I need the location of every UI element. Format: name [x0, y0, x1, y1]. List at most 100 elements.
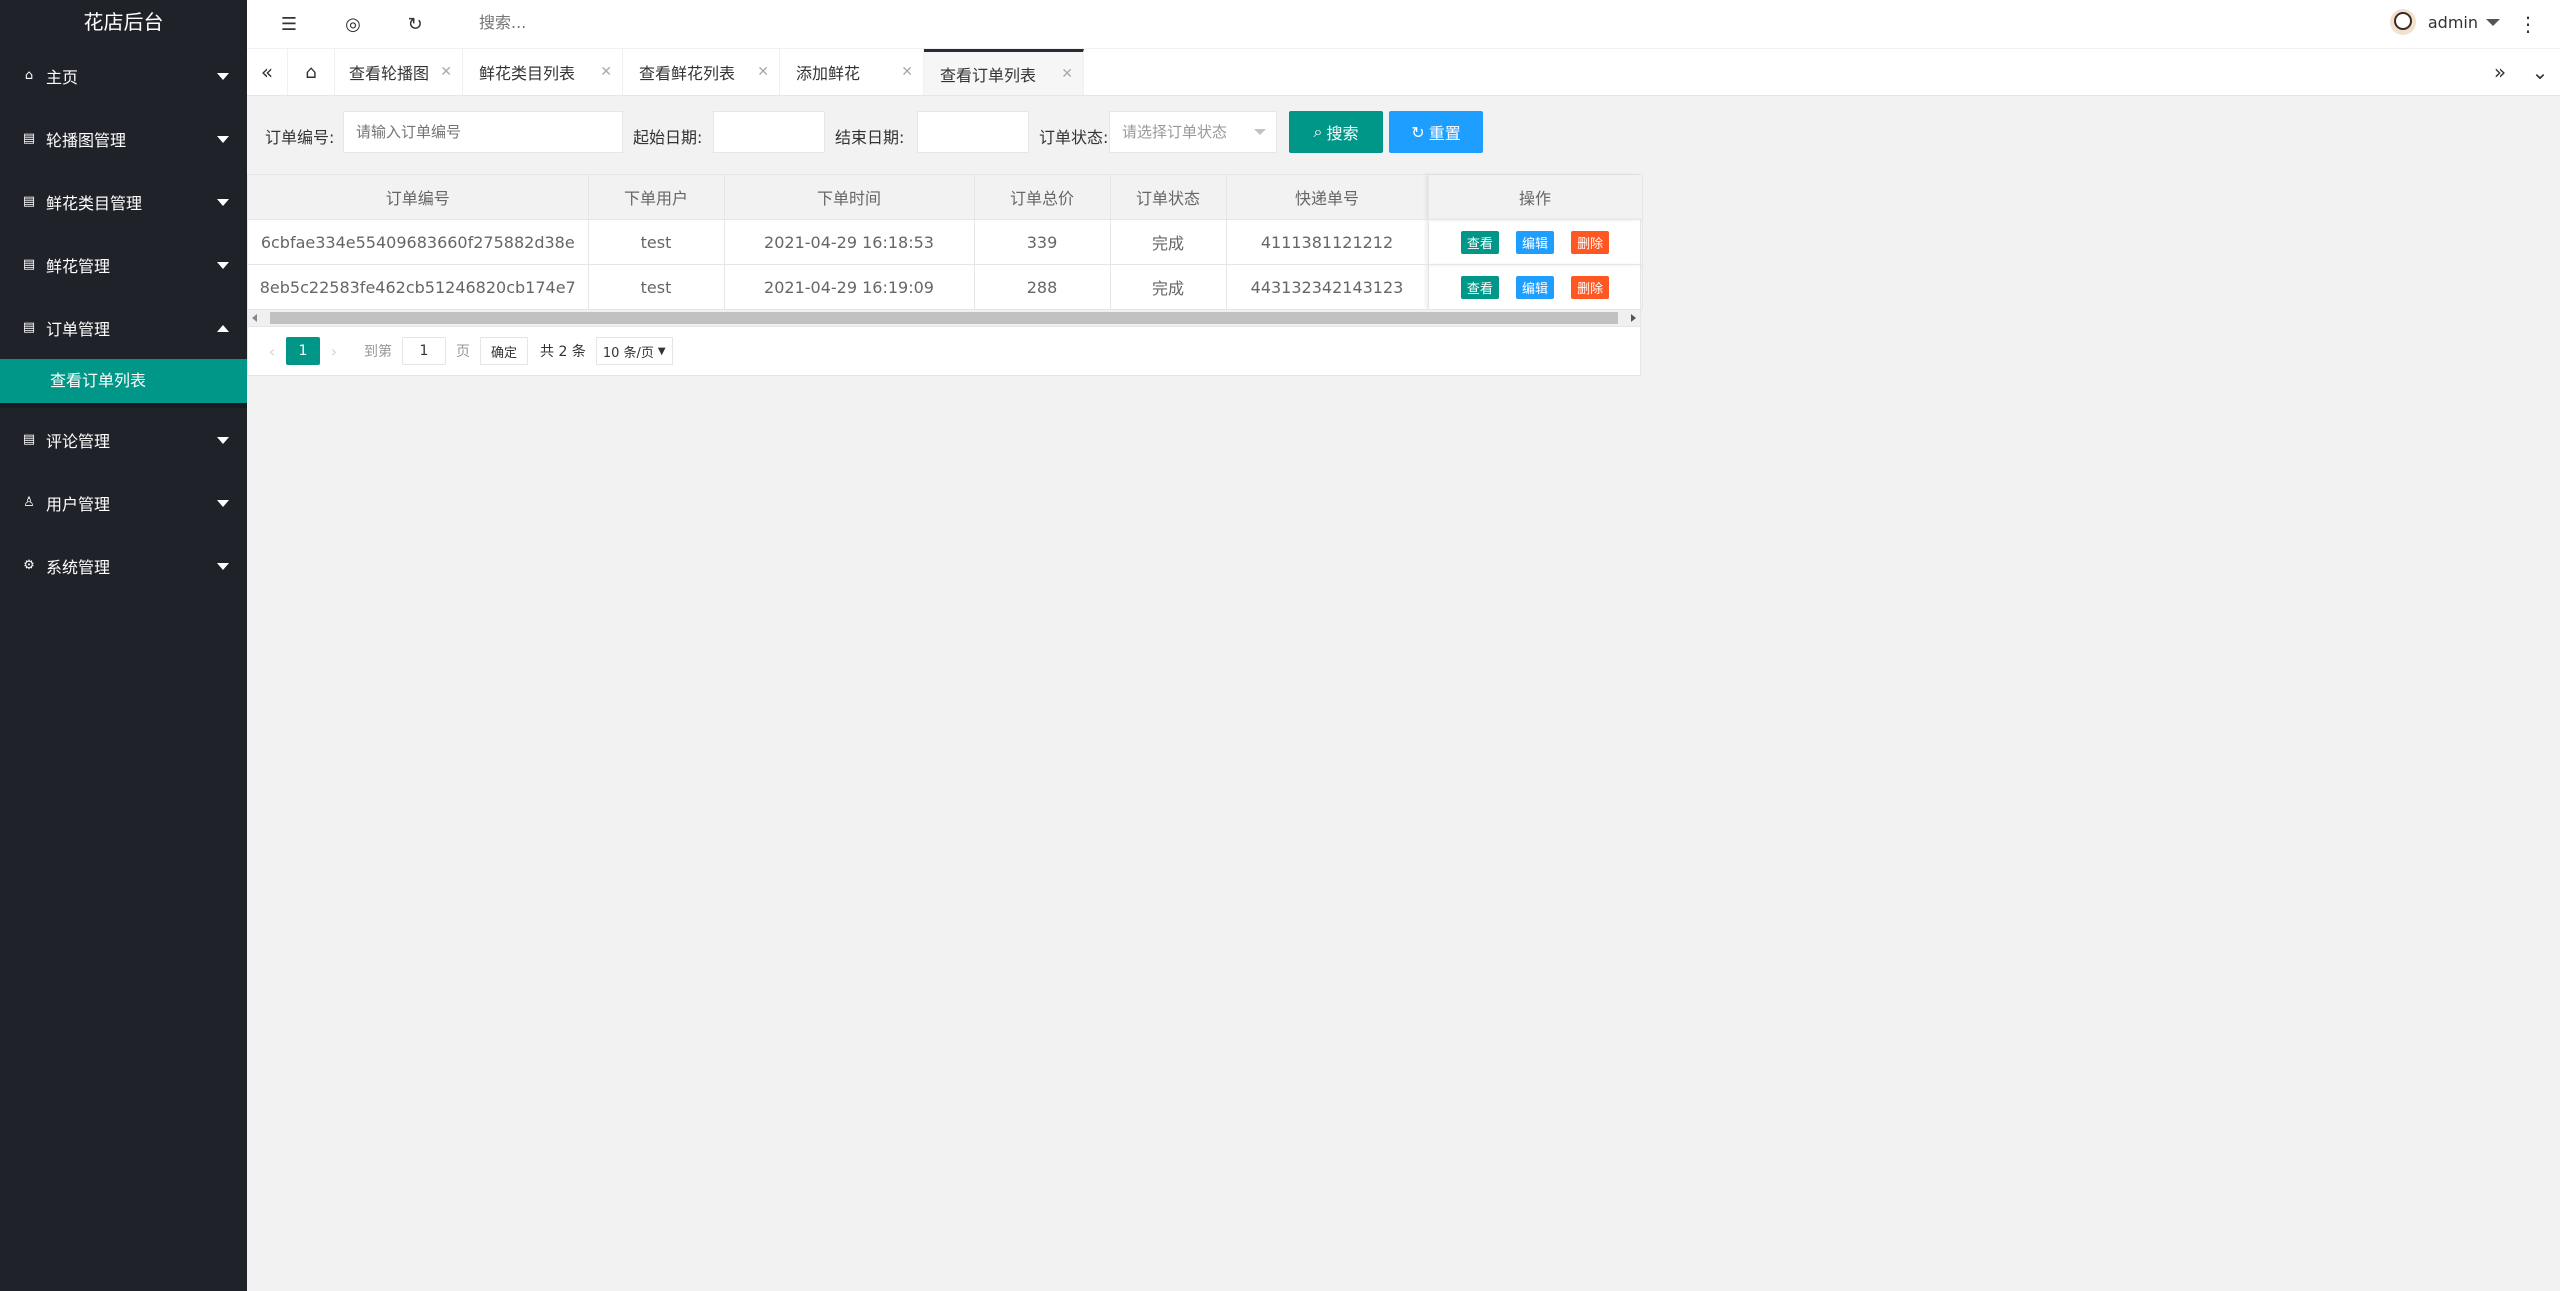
scroll-right-arrow-icon[interactable] [1631, 314, 1636, 322]
sidebar-item-carousel[interactable]: ▤ 轮播图管理 [0, 107, 247, 170]
refresh-icon[interactable]: ↻ [395, 0, 435, 48]
next-page-icon[interactable]: › [320, 342, 348, 361]
end-date-input[interactable] [917, 111, 1029, 153]
column-header[interactable]: 下单时间 [724, 175, 975, 220]
caret-down-icon [2486, 18, 2500, 26]
column-header[interactable]: 订单编号 [248, 175, 589, 220]
sidebar-item-label: 主页 [46, 67, 79, 87]
close-icon[interactable]: ✕ [757, 64, 769, 80]
start-date-input[interactable] [713, 111, 825, 153]
column-header[interactable]: 快递单号 [1226, 175, 1429, 220]
refresh-icon: ↻ [1411, 122, 1425, 142]
collapse-menu-icon[interactable]: ☰ [269, 0, 309, 48]
close-icon[interactable]: ✕ [600, 64, 612, 80]
goto-page-input[interactable]: 1 [402, 337, 446, 365]
scrollbar-thumb[interactable] [270, 312, 1618, 324]
view-button[interactable]: 查看 [1460, 230, 1499, 254]
cell-time: 2021-04-29 16:18:53 [724, 219, 975, 265]
horizontal-scrollbar[interactable] [248, 310, 1640, 327]
sidebar-item-comments[interactable]: ▤ 评论管理 [0, 408, 247, 471]
cell-actions: 查看 编辑 删除 [1428, 264, 1643, 310]
page-current[interactable]: 1 [286, 337, 320, 365]
column-header[interactable]: 订单总价 [974, 175, 1111, 220]
page-size-select[interactable]: 10 条/页 ▼ [595, 337, 673, 365]
sidebar-subitem-order-list[interactable]: 查看订单列表 [0, 359, 247, 403]
status-select[interactable]: 请选择订单状态 [1109, 111, 1277, 153]
sidebar-item-label: 用户管理 [46, 494, 111, 514]
cell-time: 2021-04-29 16:19:09 [724, 264, 975, 310]
chevron-down-icon: ▼ [657, 345, 666, 357]
close-icon[interactable]: ✕ [1061, 66, 1073, 82]
user-icon: ♙ [23, 495, 35, 510]
goto-label: 到第 [364, 344, 392, 360]
table-row[interactable]: 6cbfae334e55409683660f275882d38e test 20… [248, 219, 1643, 265]
list-icon: ▤ [22, 432, 36, 447]
scroll-left-arrow-icon[interactable] [252, 314, 257, 322]
close-icon[interactable]: ✕ [901, 64, 913, 80]
sidebar-item-home[interactable]: ⌂ 主页 [0, 44, 247, 107]
caret-up-icon [217, 324, 229, 332]
tab-carousel-list[interactable]: 查看轮播图 ✕ [333, 49, 463, 95]
close-icon[interactable]: ✕ [440, 64, 452, 80]
view-button[interactable]: 查看 [1460, 275, 1499, 299]
caret-down-icon [217, 261, 229, 269]
app-title: 花店后台 [83, 10, 164, 34]
search-icon: ⌕ [1313, 122, 1323, 141]
cell-total: 288 [974, 264, 1111, 310]
cell-status: 完成 [1110, 219, 1227, 265]
sidebar-item-flowers[interactable]: ▤ 鲜花管理 [0, 233, 247, 296]
delete-button[interactable]: 删除 [1571, 275, 1610, 299]
caret-down-icon [217, 72, 229, 80]
cell-status: 完成 [1110, 264, 1227, 310]
tabs-scroll-right-icon[interactable]: » [2480, 49, 2520, 95]
sidebar-submenu-orders: 查看订单列表 [0, 359, 247, 408]
column-header: 操作 [1428, 175, 1643, 220]
reset-button-label: 重置 [1428, 124, 1461, 143]
tab-add-flower[interactable]: 添加鲜花 ✕ [780, 49, 924, 95]
order-no-label: 订单编号: [265, 128, 335, 147]
table-header-row: 订单编号 下单用户 下单时间 订单总价 订单状态 快递单号 操作 [248, 175, 1643, 220]
list-icon: ▤ [22, 320, 36, 335]
tabs-dropdown-icon[interactable]: ⌄ [2520, 49, 2560, 95]
pagination: ‹ 1 › 到第 1 页 确定 共 2 条 10 条/页 ▼ [248, 327, 1640, 375]
cell-order-no: 8eb5c22583fe462cb51246820cb174e7 [248, 264, 589, 310]
sidebar-item-system[interactable]: ⚙ 系统管理 [0, 534, 247, 597]
reset-button[interactable]: ↻ 重置 [1389, 111, 1483, 153]
delete-button[interactable]: 删除 [1571, 230, 1610, 254]
top-header: ☰ ◎ ↻ admin ⋮ [247, 0, 2560, 49]
user-name: admin [2427, 12, 2478, 32]
total-count: 共 2 条 [540, 344, 586, 360]
page-size-value: 10 条/页 [602, 345, 654, 361]
column-header[interactable]: 下单用户 [588, 175, 725, 220]
avatar [2389, 9, 2416, 35]
globe-icon[interactable]: ◎ [333, 0, 373, 48]
goto-confirm-button[interactable]: 确定 [480, 337, 529, 365]
tab-order-list[interactable]: 查看订单列表 ✕ [924, 49, 1084, 95]
sidebar-item-users[interactable]: ♙ 用户管理 [0, 471, 247, 534]
tab-category-list[interactable]: 鲜花类目列表 ✕ [463, 49, 623, 95]
tab-flower-list[interactable]: 查看鲜花列表 ✕ [623, 49, 780, 95]
search-input[interactable] [477, 12, 681, 33]
more-vertical-icon[interactable]: ⋮ [2518, 12, 2538, 36]
cell-user: test [588, 219, 725, 265]
sidebar-item-orders[interactable]: ▤ 订单管理 [0, 296, 247, 359]
search-button[interactable]: ⌕ 搜索 [1289, 111, 1383, 153]
edit-button[interactable]: 编辑 [1515, 275, 1554, 299]
edit-button[interactable]: 编辑 [1515, 230, 1554, 254]
tabs-scroll-left-icon[interactable]: « [247, 49, 287, 95]
table-row[interactable]: 8eb5c22583fe462cb51246820cb174e7 test 20… [248, 264, 1643, 310]
sidebar-item-categories[interactable]: ▤ 鲜花类目管理 [0, 170, 247, 233]
home-tab-icon[interactable]: ⌂ [287, 49, 335, 95]
order-no-input[interactable] [343, 111, 623, 153]
tabs-bar: « ⌂ 查看轮播图 ✕ 鲜花类目列表 ✕ 查看鲜花列表 ✕ 添加鲜花 ✕ 查看订… [247, 49, 2560, 96]
tab-label: 鲜花类目列表 [479, 64, 576, 83]
sidebar: 花店后台 ⌂ 主页 ▤ 轮播图管理 ▤ 鲜花类目管理 ▤ 鲜花管理 ▤ 订单管理… [0, 0, 247, 1291]
prev-page-icon[interactable]: ‹ [258, 342, 286, 361]
column-header[interactable]: 订单状态 [1110, 175, 1227, 220]
tab-label: 查看订单列表 [940, 65, 1037, 85]
user-menu[interactable]: admin [2389, 0, 2500, 44]
caret-down-icon [217, 198, 229, 206]
cell-tracking-no: 4111381121212 [1226, 219, 1429, 265]
tab-label: 查看轮播图 [349, 64, 430, 83]
filter-form: 订单编号: 起始日期: 结束日期: 订单状态: 请选择订单状态 ⌕ 搜索 ↻ 重… [247, 96, 1647, 172]
